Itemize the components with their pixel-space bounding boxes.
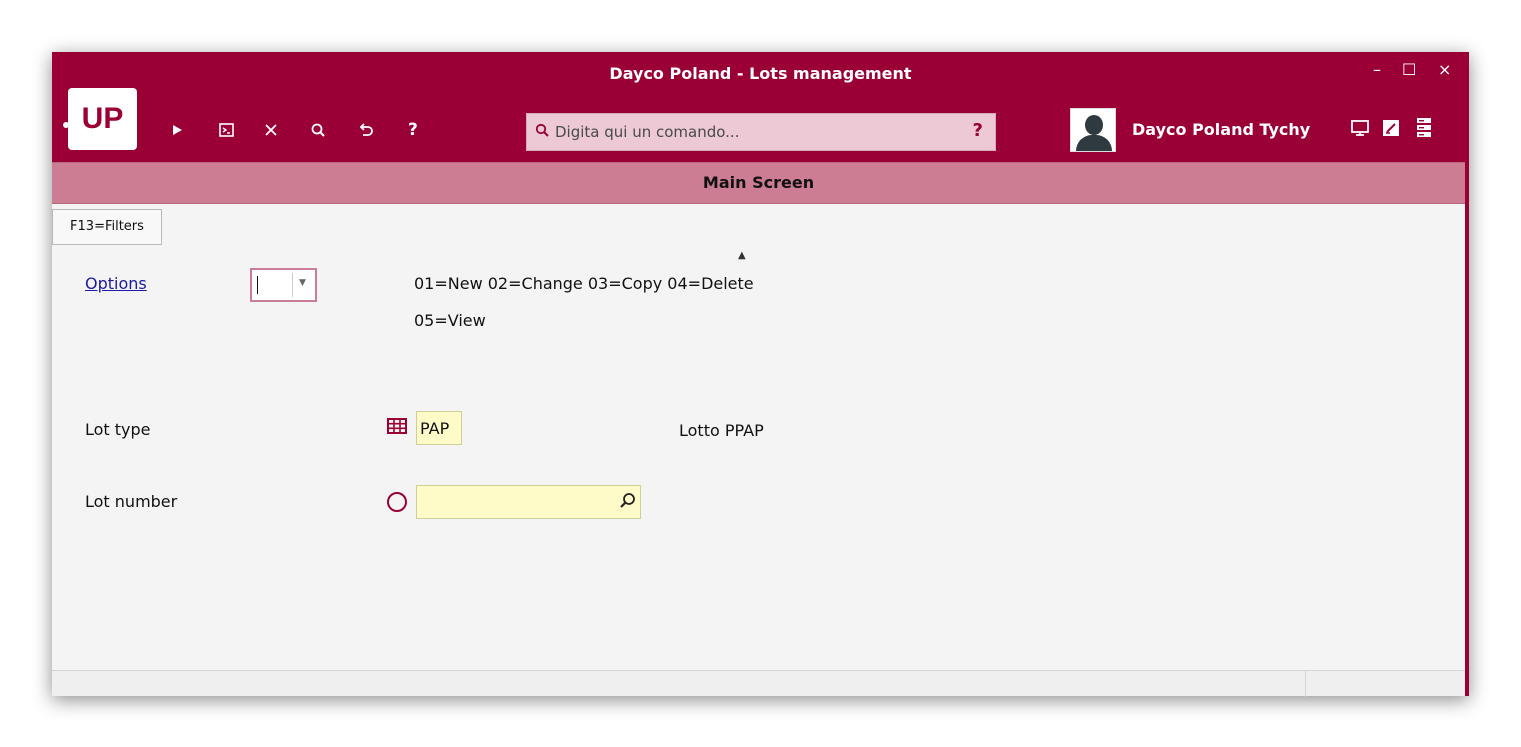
undo-icon[interactable] [358,118,374,142]
help-icon[interactable]: ? [408,118,418,142]
lot-type-label: Lot type [85,420,151,439]
logo-text: UP [81,102,124,135]
scroll-up-icon[interactable]: ▲ [738,250,746,261]
minimize-button[interactable]: – [1373,60,1381,79]
table-icon[interactable] [387,418,407,434]
command-search-icon [535,122,549,142]
screen-title: Main Screen [52,162,1465,204]
options-select[interactable]: ▼ [250,268,317,302]
command-help-icon[interactable]: ? [973,120,983,141]
avatar-head [1085,115,1103,135]
options-link[interactable]: Options [85,274,147,293]
lot-number-input[interactable] [416,485,641,519]
options-legend-line1: 01=New 02=Change 03=Copy 04=Delete [414,274,754,293]
avatar[interactable] [1070,108,1116,152]
app-logo: UP [63,88,137,150]
search-icon[interactable] [310,118,326,142]
chevron-down-icon[interactable]: ▼ [299,278,306,288]
close-window-button[interactable]: × [1438,60,1451,79]
lookup-search-icon[interactable] [618,489,638,513]
status-divider [1305,671,1306,697]
text-caret [257,276,258,294]
app-window: Dayco Poland - Lots management – ☐ × UP … [52,52,1469,697]
maximize-button[interactable]: ☐ [1402,60,1416,79]
select-separator [292,273,293,297]
lot-type-input[interactable] [416,411,462,445]
play-icon[interactable] [172,118,184,142]
lot-number-label: Lot number [85,492,178,511]
filters-button[interactable]: F13=Filters [52,209,162,245]
options-legend-line2: 05=View [414,311,486,330]
status-bar [52,670,1465,697]
command-input[interactable] [555,120,955,144]
title-bar: Dayco Poland - Lots management – ☐ × UP … [52,52,1469,162]
user-name[interactable]: Dayco Poland Tychy [1132,120,1310,139]
window-right-border [1465,162,1469,696]
monitor-icon[interactable] [1350,116,1370,143]
terminal-icon[interactable] [218,118,236,142]
window-title: Dayco Poland - Lots management [609,64,912,83]
command-bar: ? [526,113,996,151]
circle-icon [387,492,407,512]
lot-type-description: Lotto PPAP [679,421,764,440]
edit-icon[interactable] [1382,116,1400,143]
server-icon[interactable] [1414,116,1434,145]
avatar-body [1076,135,1112,151]
close-icon[interactable] [264,118,278,142]
logo-dot [63,122,69,128]
